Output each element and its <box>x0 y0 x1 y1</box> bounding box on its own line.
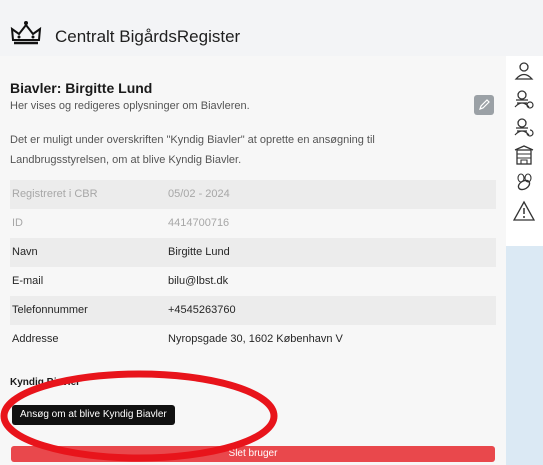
field-label: Telefonnummer <box>12 304 88 316</box>
pencil-icon <box>479 99 490 110</box>
beekeeper-settings-icon[interactable] <box>513 88 535 110</box>
crown-logo-icon <box>10 21 42 45</box>
table-row: Registreret i CBR 05/02 - 2024 <box>10 180 496 209</box>
field-value: 4414700716 <box>168 217 230 229</box>
field-label: Navn <box>12 246 38 258</box>
field-value[interactable]: Nyropsgade 30, 1602 København V <box>168 333 343 345</box>
warning-icon[interactable] <box>513 200 535 222</box>
user-icon[interactable] <box>513 60 535 82</box>
app-title: Centralt BigårdsRegister <box>55 27 241 46</box>
table-row: E-mail bilu@lbst.dk <box>10 267 496 296</box>
page-subtitle: Her vises og redigeres oplysninger om Bi… <box>10 100 250 112</box>
top-bar: Centralt BigårdsRegister <box>0 0 543 56</box>
field-label: Registreret i CBR <box>12 188 98 200</box>
apiary-icon[interactable] <box>513 144 535 166</box>
field-label: E-mail <box>12 275 44 287</box>
table-row: Telefonnummer +4545263760 <box>10 296 496 325</box>
field-label: Addresse <box>12 333 59 345</box>
side-rail-icons <box>506 56 543 246</box>
field-value[interactable]: +4545263760 <box>168 304 236 316</box>
page-title: Biavler: Birgitte Lund <box>10 80 153 96</box>
bee-icon[interactable] <box>513 172 535 194</box>
table-row: Addresse Nyropsgade 30, 1602 København V <box>10 325 496 354</box>
kyndig-section-label: Kyndig Biavler <box>10 377 81 388</box>
table-row: ID 4414700716 <box>10 209 496 238</box>
info-table: Registreret i CBR 05/02 - 2024 ID 441470… <box>10 180 496 354</box>
field-value[interactable]: bilu@lbst.dk <box>168 275 228 287</box>
table-row: Navn Birgitte Lund <box>10 238 496 267</box>
beekeeper-refresh-icon[interactable] <box>513 116 535 138</box>
edit-button[interactable] <box>474 95 494 115</box>
apply-kyndig-button[interactable]: Ansøg om at blive Kyndig Biavler <box>12 405 175 425</box>
field-label: ID <box>12 217 23 229</box>
field-value: 05/02 - 2024 <box>168 188 230 200</box>
delete-user-button[interactable]: Slet bruger <box>11 446 495 462</box>
field-value[interactable]: Birgitte Lund <box>168 246 230 258</box>
description-text: Det er muligt under overskriften "Kyndig… <box>10 134 375 166</box>
